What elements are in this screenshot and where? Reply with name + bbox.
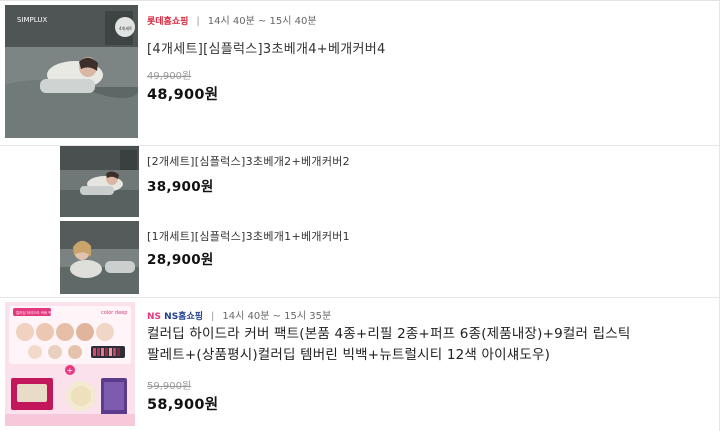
meta-divider: | (211, 311, 215, 322)
product-thumbnail-pillow-1set[interactable] (60, 221, 139, 294)
original-price: 59,900원 (147, 381, 192, 392)
product-thumbnail-cushion-pact[interactable]: 컬러딥 하이드라 커버 팩트 color deep + (5, 302, 135, 426)
product-title-line-1[interactable]: 컬러딥 하이드라 커버 팩트(본품 4종+리필 2종+퍼프 6종(제품내장)+9… (147, 324, 631, 345)
thumb-brand: SIMPLUX (17, 16, 47, 24)
product-title[interactable]: [1개세트][심플럭스]3초베개1+베개커버1 (147, 228, 350, 244)
original-price: 49,900원 (147, 71, 192, 82)
thumb-tag: 컬러딥 하이드라 커버 팩트 (16, 310, 56, 315)
ns-logo-badge: NS (147, 312, 162, 322)
broadcast-time: 14시 40분 ~ 15시 35분 (222, 311, 332, 322)
product-thumbnail-pillow-2set[interactable] (60, 146, 139, 217)
meta-divider: | (196, 16, 200, 27)
product-title-line-2[interactable]: 팔레트+(상품평시)컬러딥 템버린 빅백+뉴트럴시티 12색 아이섀도우) (147, 345, 550, 366)
broadcast-meta: NS NS홈쇼핑 | 14시 40분 ~ 15시 35분 (147, 307, 331, 322)
sale-price: 48,900원 (147, 87, 219, 103)
top-border (0, 0, 720, 1)
broadcast-meta: 롯데홈쇼핑 | 14시 40분 ~ 15시 40분 (147, 12, 317, 27)
sale-price: 28,900원 (147, 252, 214, 268)
thumb-brand: color deep (101, 310, 127, 316)
product-title[interactable]: [4개세트][심플럭스]3초베개4+베개커버4 (147, 38, 386, 57)
product-thumbnail-pillow-4set[interactable]: 4개세트 SIMPLUX (5, 5, 138, 138)
channel-logo-ns: NS NS홈쇼핑 (147, 312, 204, 322)
product-title[interactable]: [2개세트][심플럭스]3초베개2+베개커버2 (147, 153, 350, 169)
divider (0, 297, 720, 298)
sale-price: 58,900원 (147, 397, 219, 413)
channel-logo-lotte: 롯데홈쇼핑 (147, 17, 189, 27)
broadcast-time: 14시 40분 ~ 15시 40분 (207, 16, 317, 27)
svg-text:+: + (67, 366, 74, 375)
thumb-badge: 4개세트 (119, 25, 133, 31)
sale-price: 38,900원 (147, 179, 214, 195)
